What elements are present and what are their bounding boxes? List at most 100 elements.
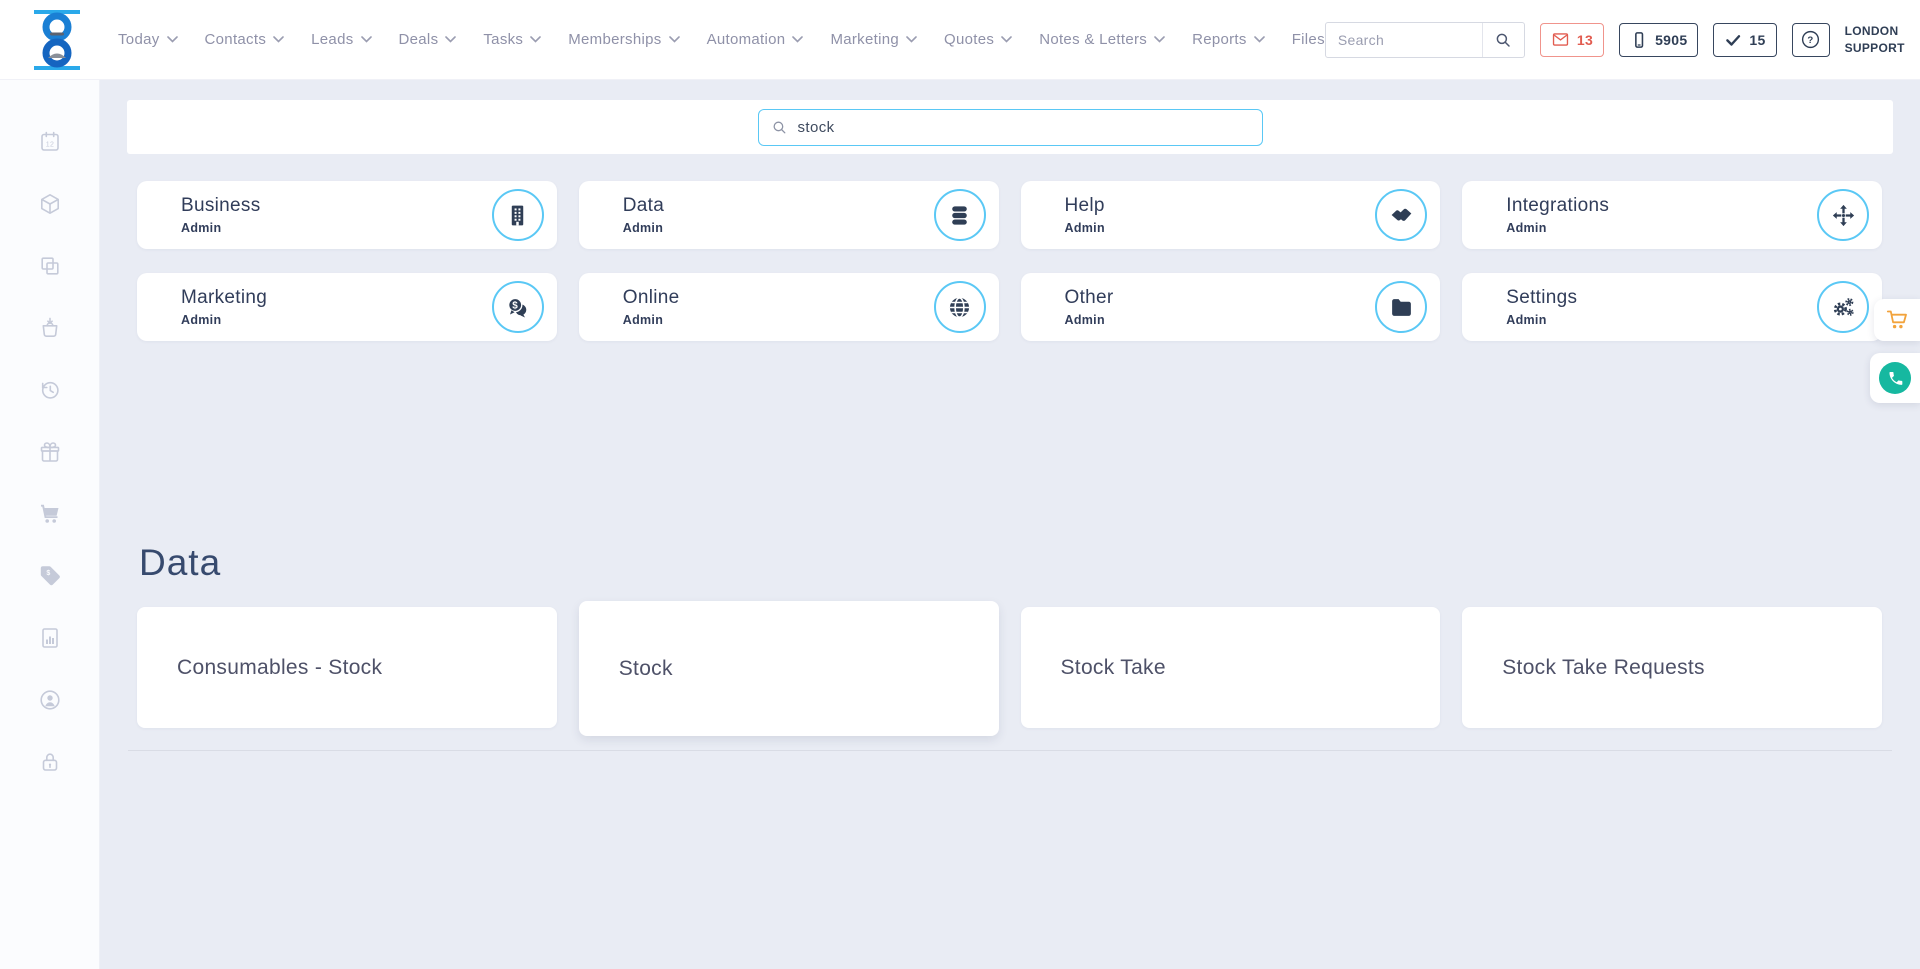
sidebar-item-products[interactable] (38, 192, 62, 216)
svg-text:$: $ (46, 570, 50, 577)
header-right-cluster: 13 5905 15 ? LONDON SUPPORT (1325, 20, 1920, 60)
search-icon (1494, 31, 1512, 49)
search-icon (771, 119, 788, 136)
floating-cart-button[interactable] (1874, 299, 1920, 341)
handshake-icon (1389, 203, 1414, 228)
mobile-phone-icon (1630, 31, 1648, 49)
nav-item-quotes[interactable]: Quotes (944, 31, 1012, 48)
admin-card-help[interactable]: Help Admin (1021, 181, 1441, 249)
sidebar-item-shop[interactable] (38, 502, 62, 526)
card-subtitle: Admin (1065, 221, 1105, 235)
sidebar-item-orders[interactable] (38, 316, 62, 340)
result-card-stock[interactable]: Stock (579, 601, 999, 736)
sidebar-item-rewards[interactable] (38, 440, 62, 464)
svg-text:?: ? (1808, 35, 1814, 46)
admin-card-other[interactable]: Other Admin (1021, 273, 1441, 341)
sidebar-item-reports[interactable] (38, 626, 62, 650)
nav-item-deals[interactable]: Deals (399, 31, 457, 48)
module-search-input[interactable] (798, 119, 1250, 136)
admin-card-integrations[interactable]: Integrations Admin (1462, 181, 1882, 249)
card-title: Online (623, 287, 680, 309)
card-subtitle: Admin (1065, 313, 1114, 327)
nav-label: Notes & Letters (1039, 31, 1147, 48)
phone-icon (1887, 370, 1904, 387)
result-card-title: Stock Take (1061, 656, 1166, 680)
nav-item-tasks[interactable]: Tasks (483, 31, 541, 48)
sidebar-item-calendar[interactable]: 12 (38, 130, 62, 154)
result-card-consumables-stock[interactable]: Consumables - Stock (137, 607, 557, 728)
result-card-stock-take[interactable]: Stock Take (1021, 607, 1441, 728)
admin-card-data[interactable]: Data Admin (579, 181, 999, 249)
user-name-line2: SUPPORT (1845, 40, 1905, 56)
result-card-stock-take-requests[interactable]: Stock Take Requests (1462, 607, 1882, 728)
nav-label: Leads (311, 31, 353, 48)
chevron-down-icon (1254, 36, 1265, 43)
phone-badge-button[interactable]: 5905 (1619, 23, 1698, 57)
svg-text:12: 12 (45, 141, 53, 148)
nav-label: Automation (707, 31, 786, 48)
svg-text:$: $ (513, 300, 519, 311)
nav-item-contacts[interactable]: Contacts (205, 31, 285, 48)
nav-item-reports[interactable]: Reports (1192, 31, 1265, 48)
card-title: Data (623, 195, 664, 217)
copy-icon (38, 254, 62, 278)
sidebar-item-duplicates[interactable] (38, 254, 62, 278)
nav-item-notes-letters[interactable]: Notes & Letters (1039, 31, 1165, 48)
nav-item-memberships[interactable]: Memberships (568, 31, 679, 48)
module-search-strip (127, 100, 1893, 154)
sidebar-item-pricing[interactable]: $ (38, 564, 62, 588)
envelope-icon (1551, 30, 1570, 49)
user-name-line1: LONDON (1845, 23, 1905, 39)
card-icon-circle (1375, 281, 1427, 333)
nav-item-marketing[interactable]: Marketing (830, 31, 917, 48)
chevron-down-icon (530, 36, 541, 43)
card-title: Business (181, 195, 261, 217)
global-search-button[interactable] (1482, 23, 1524, 57)
card-subtitle: Admin (181, 221, 261, 235)
mail-badge-button[interactable]: 13 (1540, 23, 1604, 57)
mail-count: 13 (1577, 32, 1593, 48)
module-search-box (758, 109, 1263, 146)
chevron-down-icon (445, 36, 456, 43)
chevron-down-icon (792, 36, 803, 43)
card-title: Settings (1506, 287, 1577, 309)
chevron-down-icon (1154, 36, 1165, 43)
nav-label: Quotes (944, 31, 994, 48)
admin-card-business[interactable]: Business Admin (137, 181, 557, 249)
floating-phone-button[interactable] (1870, 353, 1920, 403)
phone-circle (1879, 362, 1911, 394)
folder-icon (1389, 295, 1414, 320)
app-logo-hourglass-icon[interactable] (28, 9, 86, 71)
admin-card-online[interactable]: Online Admin (579, 273, 999, 341)
sidebar-item-history[interactable] (38, 378, 62, 402)
card-title: Integrations (1506, 195, 1609, 217)
check-icon (1724, 31, 1742, 49)
gift-icon (38, 440, 62, 464)
chat-dollar-icon: $ (505, 295, 530, 320)
account-circle-icon (38, 688, 62, 712)
database-icon (947, 203, 972, 228)
card-icon-circle (492, 189, 544, 241)
global-search (1325, 22, 1525, 58)
card-title: Marketing (181, 287, 267, 309)
sidebar-item-account[interactable] (38, 688, 62, 712)
user-name: LONDON SUPPORT (1845, 23, 1905, 55)
report-icon (38, 626, 62, 650)
main-nav: Today Contacts Leads Deals Tasks Members… (118, 31, 1325, 48)
nav-label: Today (118, 31, 160, 48)
nav-item-files[interactable]: Files (1292, 31, 1325, 48)
tasks-badge-button[interactable]: 15 (1713, 23, 1776, 57)
nav-item-today[interactable]: Today (118, 31, 178, 48)
chevron-down-icon (361, 36, 372, 43)
card-subtitle: Admin (181, 313, 267, 327)
help-button[interactable]: ? (1792, 23, 1830, 57)
admin-card-marketing[interactable]: Marketing Admin $ (137, 273, 557, 341)
nav-item-automation[interactable]: Automation (707, 31, 804, 48)
building-icon (505, 203, 530, 228)
admin-card-settings[interactable]: Settings Admin (1462, 273, 1882, 341)
sidebar-item-security[interactable] (38, 750, 62, 774)
nav-item-leads[interactable]: Leads (311, 31, 371, 48)
chevron-down-icon (1001, 36, 1012, 43)
nav-label: Marketing (830, 31, 899, 48)
global-search-input[interactable] (1326, 32, 1482, 48)
